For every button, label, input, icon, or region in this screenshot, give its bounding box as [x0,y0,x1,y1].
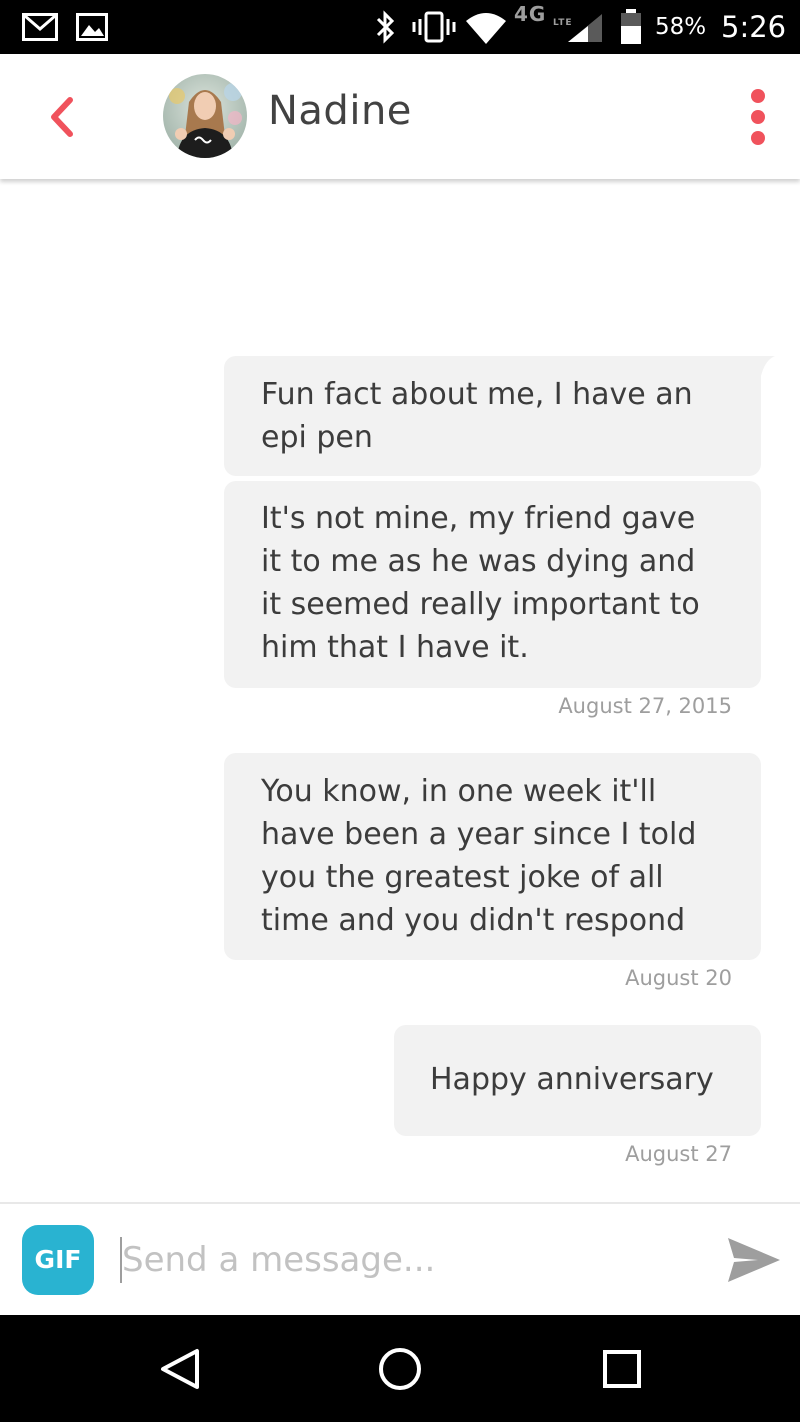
gmail-icon [22,13,58,41]
message-bubble[interactable]: Fun fact about me, I have an epi pen [224,356,761,476]
signal-icon [568,14,602,42]
contact-name[interactable]: Nadine [268,88,412,134]
message-timestamp: August 20 [625,966,732,990]
android-nav-bar [0,1315,800,1422]
message-text: You know, in one week it'll have been a … [261,774,697,938]
message-input[interactable] [122,1234,682,1286]
recents-square-icon[interactable] [596,1343,648,1395]
message-timestamp: August 27, 2015 [558,694,732,718]
bubble-tail [757,356,775,376]
status-bar: 4G LTE 58% 5:26 [0,0,800,54]
image-icon [76,13,108,41]
composer-divider [0,1202,800,1204]
bluetooth-icon [376,10,395,44]
avatar[interactable] [163,74,247,158]
message-text: It's not mine, my friend gave it to me a… [261,501,700,665]
send-icon[interactable] [726,1234,782,1286]
clock: 5:26 [721,10,787,44]
back-triangle-icon[interactable] [153,1343,205,1395]
chat-header: Nadine [0,54,800,179]
battery-percent: 58% [655,14,707,40]
vibrate-icon [412,11,456,43]
battery-icon [621,9,641,44]
message-timestamp: August 27 [625,1142,732,1166]
message-bubble[interactable]: You know, in one week it'll have been a … [224,753,761,960]
message-bubble[interactable]: It's not mine, my friend gave it to me a… [224,481,761,688]
more-vertical-icon[interactable] [744,88,772,146]
wifi-icon [466,13,506,44]
message-bubble[interactable]: Happy anniversary [394,1025,761,1136]
gif-button[interactable]: GIF [22,1225,94,1295]
network-type: 4G [514,2,547,26]
chevron-left-icon[interactable] [40,92,86,142]
message-text: Fun fact about me, I have an epi pen [261,377,693,455]
message-text: Happy anniversary [430,1062,714,1097]
home-circle-icon[interactable] [374,1343,426,1395]
